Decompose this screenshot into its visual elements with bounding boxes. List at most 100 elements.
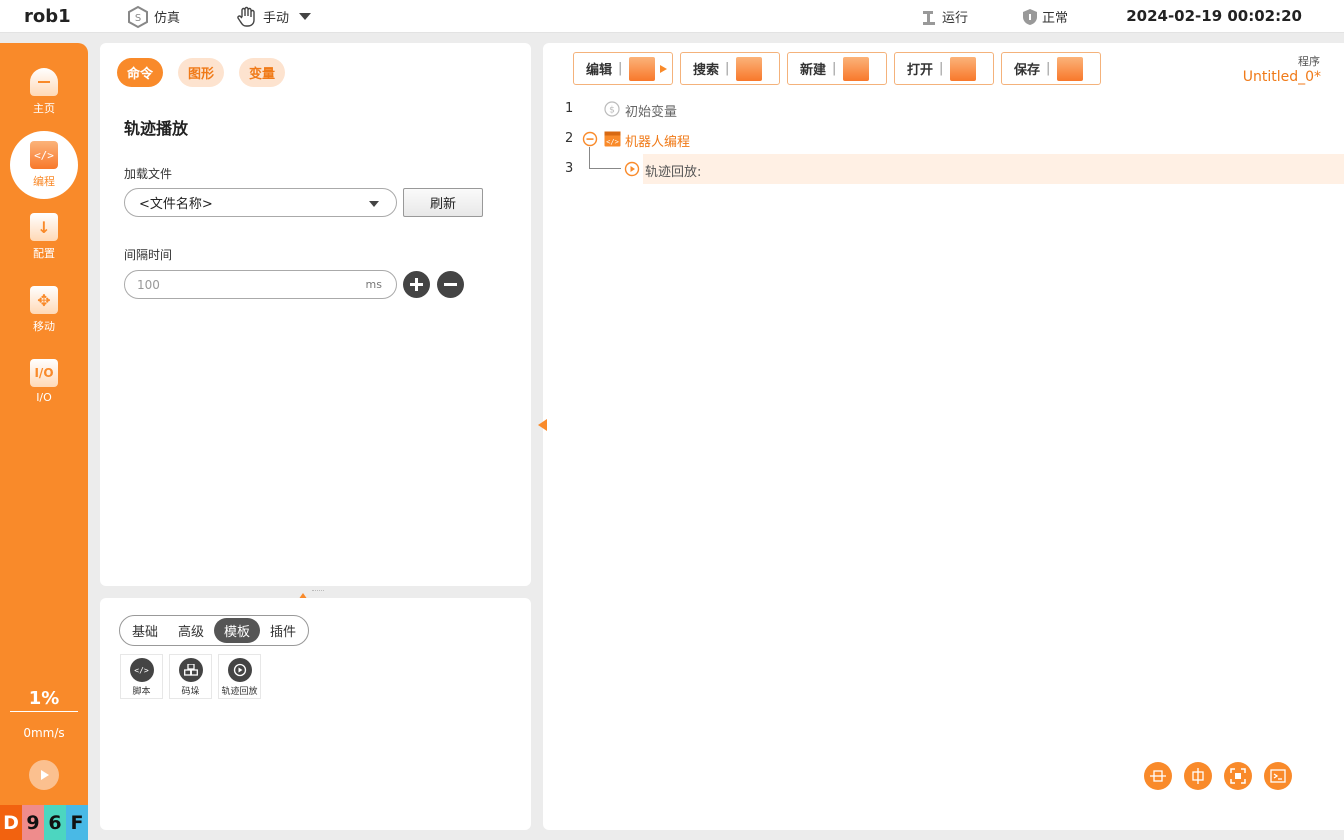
sidebar-item-programming[interactable]: </> 编程: [10, 131, 78, 199]
folder-icon: [950, 56, 977, 81]
splitter-handle[interactable]: [312, 590, 324, 592]
status-code-char: D: [0, 805, 22, 840]
tree-item-trajectory-replay[interactable]: 轨迹回放:: [645, 161, 701, 180]
sidebar-item-label: 主页: [33, 102, 55, 115]
io-icon: I/O: [30, 359, 58, 387]
status-label: 正常: [1042, 11, 1069, 26]
tab-basic[interactable]: 基础: [122, 618, 168, 643]
replay-node-icon: [624, 161, 640, 177]
move-icon: ✥: [30, 286, 58, 314]
sidebar: 主页 </> 编程 ↓ 配置 ✥ 移动 I/O I/O 1% 0mm/s: [0, 43, 88, 840]
chevron-down-icon: [369, 201, 379, 207]
tree-item-init-vars[interactable]: 初始变量: [625, 101, 677, 120]
search-button[interactable]: 搜索 |: [680, 52, 780, 85]
tab-template[interactable]: 模板: [214, 618, 261, 643]
new-file-icon: [843, 56, 870, 81]
svg-text:$: $: [609, 106, 615, 116]
chevron-down-icon: [299, 12, 312, 20]
decrement-button[interactable]: [437, 271, 464, 298]
fit-horizontal-icon: [1150, 770, 1166, 782]
sidebar-item-label: I/O: [36, 391, 52, 404]
search-icon: [736, 56, 763, 81]
load-file-label: 加载文件: [124, 167, 173, 181]
command-title: 轨迹播放: [124, 119, 189, 138]
file-select[interactable]: <文件名称>: [124, 188, 397, 217]
tree-connector: [589, 147, 590, 169]
interval-input[interactable]: 100 ms: [124, 270, 397, 299]
status-code-char: F: [66, 805, 88, 840]
tool-replay[interactable]: 轨迹回放: [218, 654, 261, 699]
run-status: 运行: [920, 0, 968, 33]
tree-item-robot-program[interactable]: 机器人编程: [625, 131, 690, 150]
program-name: Untitled_0*: [1242, 69, 1321, 85]
plus-icon: [410, 278, 423, 291]
tool-label: 轨迹回放: [221, 687, 258, 697]
system-status: 正常: [1022, 0, 1068, 33]
interval-label: 间隔时间: [124, 248, 173, 262]
search-label: 搜索: [693, 63, 720, 78]
new-button[interactable]: 新建 |: [787, 52, 887, 85]
new-label: 新建: [800, 63, 827, 78]
download-icon: ↓: [30, 213, 58, 241]
program-block-icon: </>: [604, 131, 621, 147]
tool-script[interactable]: </> 脚本: [120, 654, 163, 699]
tab-command[interactable]: 命令: [117, 58, 164, 87]
collapse-left-icon[interactable]: [538, 419, 547, 431]
tab-advanced[interactable]: 高级: [168, 618, 214, 643]
tool-label: 脚本: [132, 687, 151, 697]
tab-variable[interactable]: 变量: [239, 58, 286, 87]
edit-button[interactable]: 编辑 |: [573, 52, 673, 85]
simulation-icon: S: [128, 5, 148, 28]
sidebar-item-move[interactable]: ✥ 移动: [0, 286, 88, 334]
selected-row-highlight: [643, 154, 1344, 184]
save-button[interactable]: 保存 |: [1001, 52, 1101, 85]
save-icon: [1057, 56, 1084, 81]
line-number: 3: [565, 161, 574, 176]
sidebar-item-label: 移动: [33, 320, 55, 333]
edit-icon: [629, 56, 656, 81]
speed-percent[interactable]: 1%: [10, 688, 78, 712]
status-code-char: 9: [22, 805, 44, 840]
speed-value: 0mm/s: [23, 726, 65, 740]
variable-icon: $: [604, 101, 620, 117]
sidebar-item-label: 编程: [33, 175, 55, 188]
file-select-value: <文件名称>: [139, 197, 213, 212]
svg-text:</>: </>: [606, 138, 619, 146]
fullscreen-button[interactable]: [1224, 762, 1252, 790]
program-label: 程序: [1298, 55, 1320, 68]
sidebar-item-config[interactable]: ↓ 配置: [0, 213, 88, 261]
collapse-node-icon[interactable]: [582, 131, 598, 147]
replay-icon: [227, 658, 252, 682]
tool-palletize[interactable]: 码垛: [169, 654, 212, 699]
program-panel: 编辑 | 搜索 | 新建 | 打开 | 保存 | 程序 Untitled_0* 1 $ 初…: [543, 43, 1344, 830]
tab-plugin[interactable]: 插件: [260, 618, 306, 643]
library-tabs: 基础 高级 模板 插件: [119, 615, 310, 646]
tree-connector: [589, 168, 621, 169]
play-button[interactable]: [29, 760, 59, 790]
fit-vertical-icon: [1192, 768, 1204, 784]
status-code-strip: D 9 6 F: [0, 805, 88, 840]
svg-text:S: S: [135, 13, 141, 24]
open-button[interactable]: 打开 |: [894, 52, 994, 85]
terminal-button[interactable]: [1264, 762, 1292, 790]
sidebar-item-home[interactable]: 主页: [0, 68, 88, 116]
play-small-icon: [660, 64, 668, 73]
open-label: 打开: [907, 63, 934, 78]
library-panel: 基础 高级 模板 插件 </> 脚本 码垛 轨迹回放: [100, 598, 531, 830]
sidebar-item-io[interactable]: I/O I/O: [0, 359, 88, 404]
tab-graphic[interactable]: 图形: [178, 58, 225, 87]
simulation-toggle[interactable]: S 仿真: [126, 0, 180, 33]
code-icon: </>: [30, 141, 58, 169]
increment-button[interactable]: [403, 271, 430, 298]
palletize-icon: [178, 658, 203, 682]
simulation-label: 仿真: [154, 11, 181, 26]
fit-horizontal-button[interactable]: [1144, 762, 1172, 790]
play-icon: [41, 770, 49, 780]
minus-icon: [444, 283, 457, 286]
sidebar-item-label: 配置: [33, 247, 55, 260]
fit-vertical-button[interactable]: [1184, 762, 1212, 790]
mode-dropdown[interactable]: 手动: [235, 0, 319, 33]
script-icon: </>: [129, 658, 154, 682]
refresh-button[interactable]: 刷新: [403, 188, 483, 217]
edit-label: 编辑: [586, 63, 613, 78]
